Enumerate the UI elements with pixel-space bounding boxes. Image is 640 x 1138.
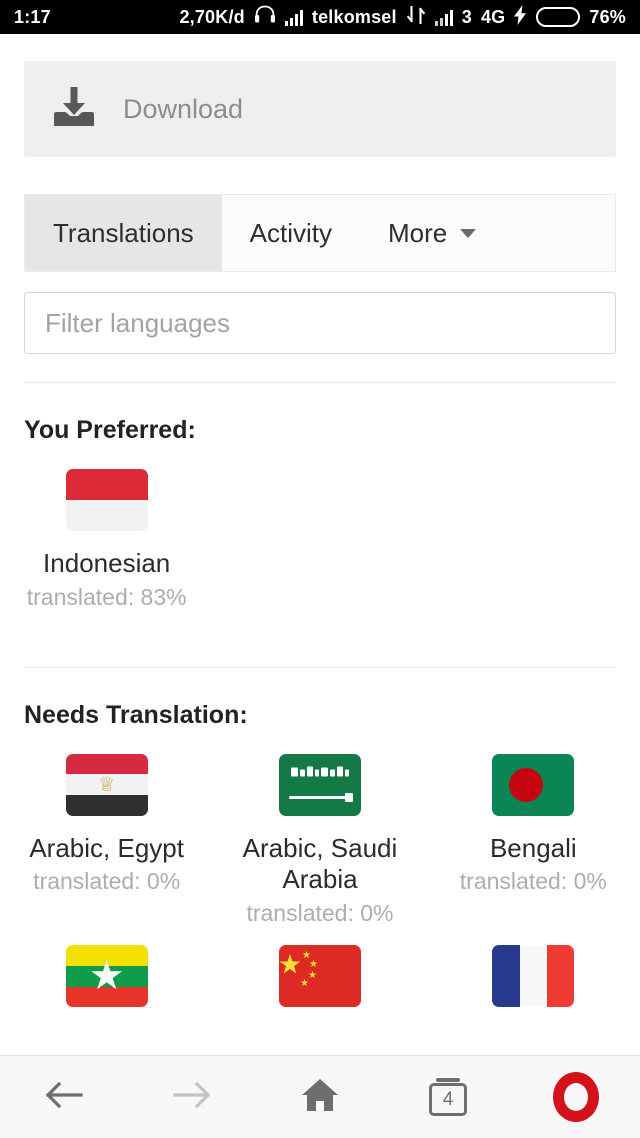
- preferred-language-grid: Indonesian translated: 83%: [0, 469, 640, 629]
- list-item[interactable]: [427, 945, 640, 1046]
- signal-bars-icon: [284, 9, 303, 26]
- language-name: Bengali: [489, 832, 577, 863]
- lightning-bolt-icon: [514, 4, 527, 30]
- opera-menu-button[interactable]: [512, 1056, 640, 1138]
- signal-bars-icon-2: [434, 9, 453, 26]
- data-transfer-icon: [406, 5, 426, 30]
- france-flag-icon: [492, 945, 575, 1008]
- browser-bottom-bar: 4: [0, 1055, 640, 1138]
- section-title-preferred: You Preferred:: [24, 416, 196, 444]
- bangladesh-flag-icon: [492, 753, 575, 816]
- language-progress: translated: 83%: [26, 583, 187, 610]
- filter-languages-input[interactable]: [24, 292, 616, 354]
- page-content: Download Translations Activity More You …: [0, 34, 640, 1055]
- language-progress: translated: 0%: [33, 868, 181, 895]
- tab-activity-label: Activity: [249, 217, 332, 248]
- section-title-needs-translation: Needs Translation:: [24, 700, 248, 729]
- divider-2: [24, 666, 616, 668]
- status-bar: 1:17 2,70K/d telkomsel 3 4G 76%: [0, 0, 640, 34]
- list-item[interactable]: ★ ★ ★ ★ ★: [213, 945, 426, 1046]
- language-name: Indonesian: [43, 548, 171, 578]
- language-progress: translated: 0%: [459, 868, 607, 895]
- myanmar-flag-icon: ★: [65, 945, 148, 1008]
- list-item[interactable]: ♕ Arabic, Egypt translated: 0%: [0, 753, 213, 945]
- download-label: Download: [123, 93, 244, 124]
- tab-count-label: 4: [442, 1088, 454, 1110]
- tab-more-label: More: [388, 217, 448, 248]
- opera-logo-icon: [553, 1072, 599, 1122]
- home-button[interactable]: [256, 1056, 384, 1138]
- tab-translations-label: Translations: [53, 217, 194, 248]
- headphone-icon: [254, 5, 276, 29]
- filter-wrapper: [24, 292, 616, 354]
- egypt-flag-icon: ♕: [65, 753, 148, 816]
- status-datarate: 2,70K/d: [179, 6, 245, 27]
- forward-button[interactable]: [128, 1056, 256, 1138]
- status-battery-percent: 76%: [589, 6, 626, 27]
- tab-more[interactable]: More: [360, 195, 504, 271]
- saudi-arabia-flag-icon: [278, 753, 361, 816]
- needs-translation-language-grid: ♕ Arabic, Egypt translated: 0% Arabic, S…: [0, 753, 640, 1046]
- tab-counter-icon: 4: [429, 1078, 467, 1116]
- list-item[interactable]: Arabic, Saudi Arabia translated: 0%: [213, 753, 426, 945]
- status-carrier: telkomsel: [311, 6, 397, 27]
- divider-1: [24, 382, 616, 383]
- language-name: Arabic, Egypt: [29, 832, 184, 863]
- tab-bar: Translations Activity More: [24, 194, 616, 272]
- list-item[interactable]: Bengali translated: 0%: [427, 753, 640, 945]
- download-tray-icon: [50, 85, 98, 134]
- tab-activity[interactable]: Activity: [222, 195, 360, 271]
- indonesia-flag-icon: [65, 469, 148, 531]
- home-icon: [300, 1077, 340, 1118]
- chevron-down-icon: [460, 228, 477, 238]
- tab-translations[interactable]: Translations: [25, 195, 222, 271]
- back-button[interactable]: [0, 1056, 128, 1138]
- list-item[interactable]: Indonesian translated: 83%: [0, 469, 213, 629]
- tab-switcher-button[interactable]: 4: [384, 1056, 512, 1138]
- status-sim-slot: 3: [461, 6, 472, 27]
- china-flag-icon: ★ ★ ★ ★ ★: [278, 945, 361, 1008]
- status-clock: 1:17: [14, 6, 51, 27]
- back-arrow-icon: [45, 1079, 83, 1116]
- language-name: Arabic, Saudi Arabia: [242, 832, 398, 895]
- list-item[interactable]: ★: [0, 945, 213, 1046]
- language-progress: translated: 0%: [246, 900, 394, 927]
- download-button[interactable]: Download: [24, 61, 616, 157]
- forward-arrow-icon: [173, 1079, 211, 1116]
- status-network: 4G: [480, 6, 506, 27]
- battery-icon: [536, 7, 581, 27]
